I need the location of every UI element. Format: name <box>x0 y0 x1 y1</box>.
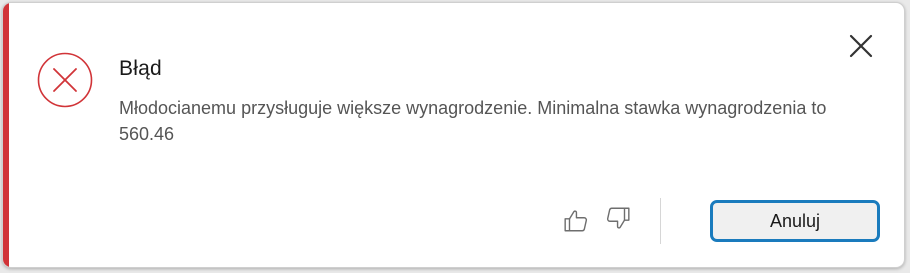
dialog-message: Młodocianemu przysługuje większe wynagro… <box>119 98 827 144</box>
thumbs-up-icon[interactable] <box>563 208 589 234</box>
error-icon <box>37 52 93 108</box>
close-icon[interactable] <box>846 31 876 61</box>
thumbs-down-icon[interactable] <box>605 205 631 231</box>
error-dialog: Błąd Młodocianemu przysługuje większe wy… <box>2 2 905 268</box>
footer-divider <box>660 198 661 244</box>
error-accent-bar <box>3 3 9 267</box>
dialog-title: Błąd <box>119 57 162 80</box>
cancel-button[interactable]: Anuluj <box>710 200 880 242</box>
